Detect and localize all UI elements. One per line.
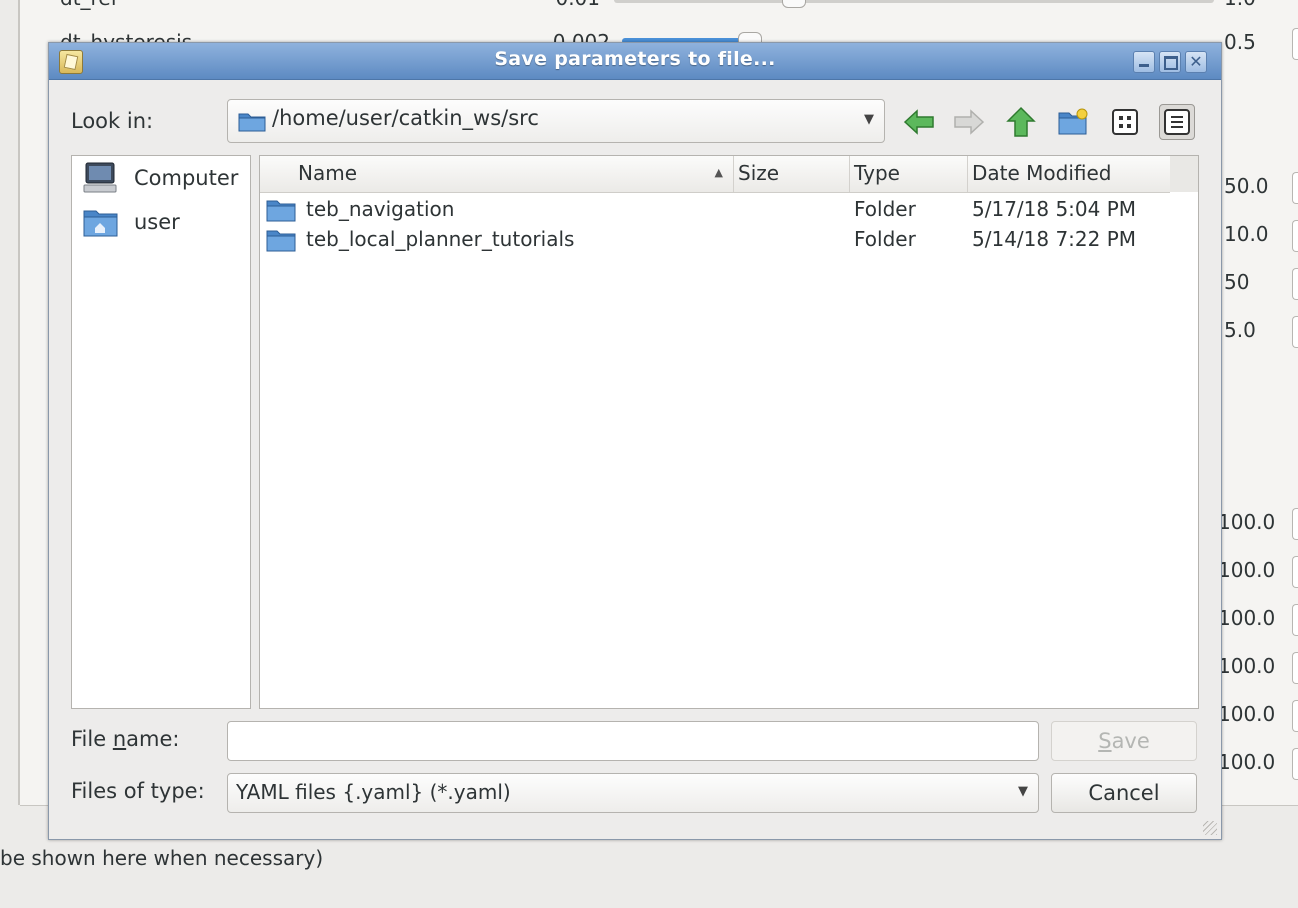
cancel-button[interactable]: Cancel <box>1051 773 1197 813</box>
param-max: 100.0 <box>1218 606 1276 630</box>
param-max: 50.0 <box>1224 174 1269 198</box>
computer-icon <box>83 162 117 193</box>
look-in-label: Look in: <box>71 109 154 133</box>
column-label: Type <box>854 161 900 185</box>
file-type-combo[interactable]: YAML files {.yaml} (*.yaml) ▼ <box>227 773 1039 813</box>
param-slider[interactable] <box>614 0 1214 3</box>
save-dialog: Save parameters to file... ✕ Look in: /h… <box>48 42 1222 840</box>
file-name-label: File name: <box>71 727 179 751</box>
back-arrow-icon[interactable] <box>901 104 937 140</box>
button-label: ave <box>1111 729 1150 753</box>
file-name-input[interactable] <box>227 721 1039 761</box>
label-text: ame: <box>126 727 180 751</box>
file-type: Folder <box>854 227 916 251</box>
sort-ascending-icon: ▲ <box>714 166 723 179</box>
table-row[interactable]: teb_local_planner_tutorials Folder 5/14/… <box>260 224 1198 254</box>
file-type-value: YAML files {.yaml} (*.yaml) <box>236 780 511 804</box>
look-in-combo[interactable]: /home/user/catkin_ws/src ▼ <box>227 99 885 143</box>
chevron-down-icon: ▼ <box>1018 784 1028 799</box>
close-icon[interactable]: ✕ <box>1185 51 1207 73</box>
table-row[interactable]: teb_navigation Folder 5/17/18 5:04 PM <box>260 194 1198 224</box>
column-header-date[interactable]: Date Modified <box>968 156 1170 192</box>
file-date: 5/14/18 7:22 PM <box>972 227 1137 251</box>
header-filler <box>1170 156 1198 192</box>
column-label: Date Modified <box>972 161 1112 185</box>
file-list-header: Name ▲ Size Type Date Modified <box>260 156 1170 193</box>
param-max: 100.0 <box>1218 750 1276 774</box>
list-view-icon[interactable] <box>1107 104 1143 140</box>
label-text: File <box>71 727 113 751</box>
spinbox[interactable] <box>1292 220 1298 252</box>
folder-icon <box>266 200 296 222</box>
param-label: dt_ref <box>60 0 118 10</box>
file-date: 5/17/18 5:04 PM <box>972 197 1137 221</box>
param-value: 0.01 <box>520 0 600 10</box>
sidebar-item-label: Computer <box>134 166 239 190</box>
spinbox[interactable] <box>1292 604 1298 636</box>
sidebar-item-computer[interactable]: Computer <box>82 160 238 196</box>
column-header-size[interactable]: Size <box>734 156 850 192</box>
files-of-type-label: Files of type: <box>71 779 205 803</box>
spinbox[interactable] <box>1292 748 1298 780</box>
param-max: 100.0 <box>1218 654 1276 678</box>
param-max: 10.0 <box>1224 222 1269 246</box>
spinbox[interactable] <box>1292 652 1298 684</box>
param-max: 5.0 <box>1224 318 1256 342</box>
folder-icon <box>266 230 296 252</box>
home-folder-icon <box>83 210 118 237</box>
param-max: 50 <box>1224 270 1250 294</box>
chevron-down-icon: ▼ <box>864 112 874 127</box>
file-type: Folder <box>854 197 916 221</box>
folder-icon <box>238 113 266 132</box>
spinbox[interactable] <box>1292 172 1298 204</box>
param-max: 100.0 <box>1218 510 1276 534</box>
detail-view-icon[interactable] <box>1159 104 1195 140</box>
sidebar-item-label: user <box>134 210 180 234</box>
status-text: be shown here when necessary) <box>0 846 324 870</box>
column-header-type[interactable]: Type <box>850 156 968 192</box>
file-name: teb_navigation <box>306 197 455 221</box>
dialog-title: Save parameters to file... <box>494 48 776 70</box>
param-max: 1.0 <box>1224 0 1256 10</box>
resize-grip-icon[interactable] <box>1203 821 1217 835</box>
spinbox[interactable] <box>1292 28 1298 60</box>
new-folder-icon[interactable] <box>1055 104 1091 140</box>
slider-handle[interactable] <box>782 0 806 8</box>
sidebar-item-user[interactable]: user <box>82 204 180 240</box>
spinbox[interactable] <box>1292 316 1298 348</box>
look-in-path: /home/user/catkin_ws/src <box>272 106 539 130</box>
spinbox[interactable] <box>1292 700 1298 732</box>
column-label: Size <box>738 161 780 185</box>
param-max: 0.5 <box>1224 30 1256 54</box>
forward-arrow-icon[interactable] <box>951 104 987 140</box>
spinbox[interactable] <box>1292 508 1298 540</box>
file-name: teb_local_planner_tutorials <box>306 227 575 251</box>
mnemonic-letter: n <box>112 727 127 751</box>
spinbox[interactable] <box>1292 556 1298 588</box>
param-max: 100.0 <box>1218 558 1276 582</box>
minimize-icon[interactable] <box>1133 51 1155 73</box>
title-bar[interactable]: Save parameters to file... ✕ <box>49 43 1221 80</box>
mnemonic-letter: S <box>1098 729 1112 753</box>
maximize-icon[interactable] <box>1159 51 1181 73</box>
spinbox[interactable] <box>1292 268 1298 300</box>
save-button[interactable]: Save <box>1051 721 1197 761</box>
column-header-name[interactable]: Name ▲ <box>260 156 734 192</box>
file-list: Name ▲ Size Type Date Modified teb_navig… <box>259 155 1199 709</box>
places-sidebar: Computer user <box>71 155 251 709</box>
param-max: 100.0 <box>1218 702 1276 726</box>
column-label: Name <box>298 161 358 185</box>
up-arrow-icon[interactable] <box>1003 104 1039 140</box>
